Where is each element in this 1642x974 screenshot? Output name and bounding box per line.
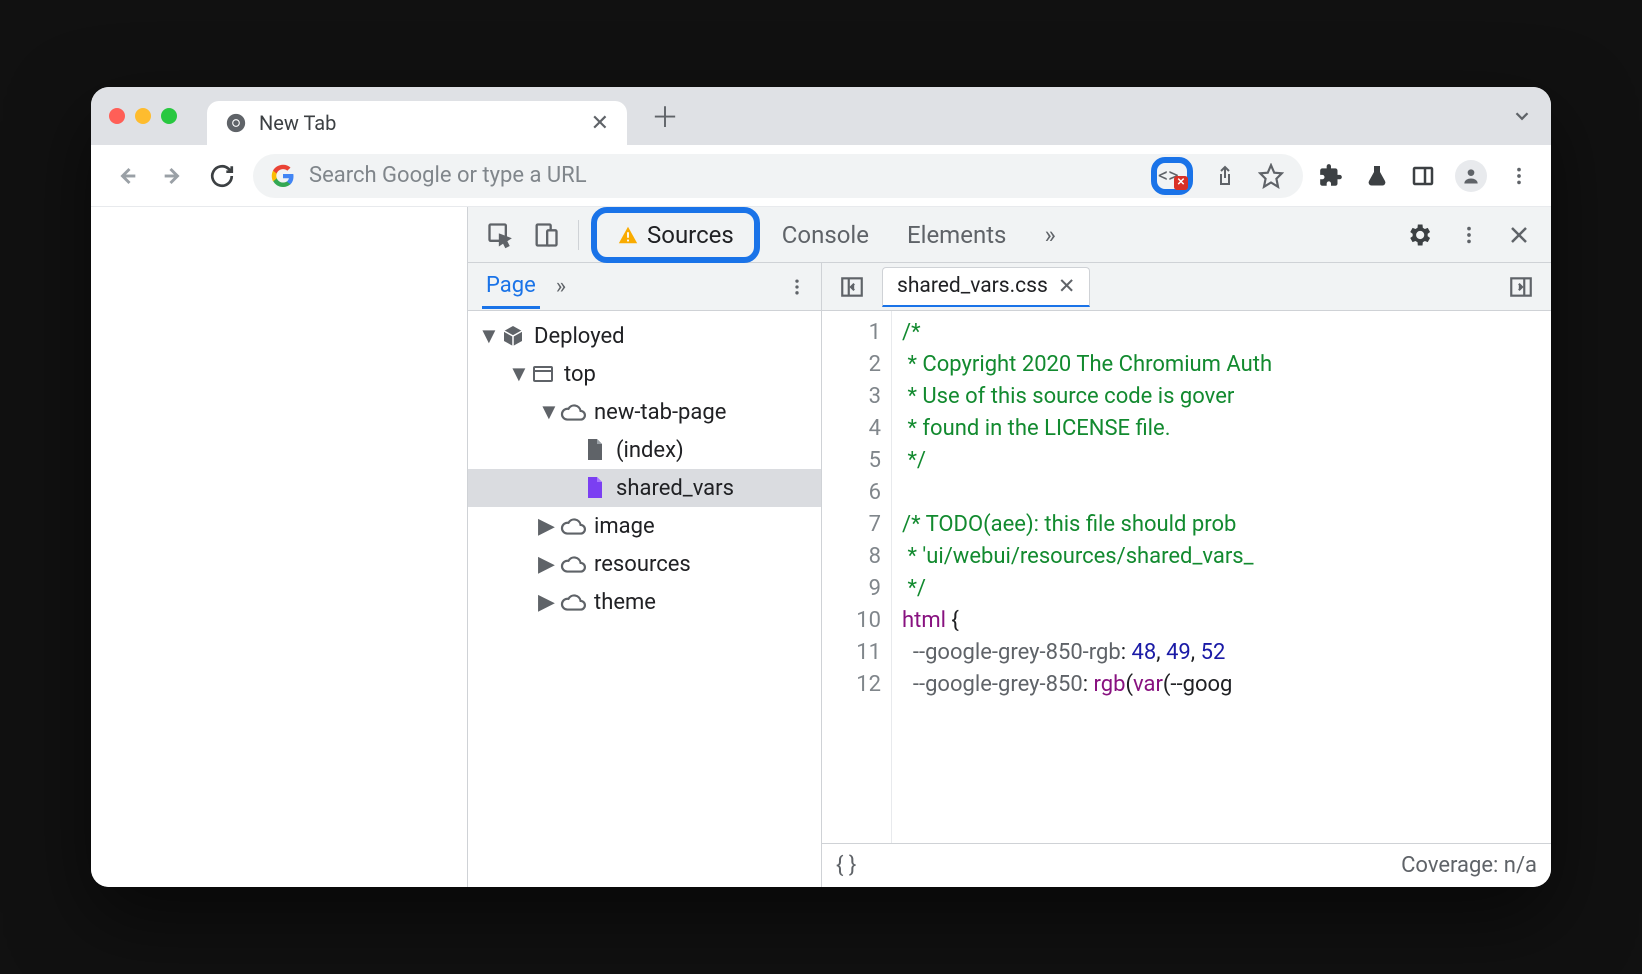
bookmark-star-icon[interactable] xyxy=(1257,162,1285,190)
content-area: Sources Console Elements » xyxy=(91,207,1551,887)
close-window-button[interactable] xyxy=(109,108,125,124)
devtools-body: Page » ▼ Deployed ▼ xyxy=(468,263,1551,887)
navigator-pane: Page » ▼ Deployed ▼ xyxy=(468,263,822,887)
address-bar[interactable]: Search Google or type a URL <> ✕ xyxy=(253,154,1303,198)
devtools-menu-icon[interactable] xyxy=(1449,215,1489,255)
page-viewport xyxy=(91,207,467,887)
new-tab-button[interactable]: ＋ xyxy=(639,96,691,136)
navigator-tab-page[interactable]: Page xyxy=(482,265,540,309)
tab-title: New Tab xyxy=(259,111,336,135)
extensions-icon[interactable] xyxy=(1317,162,1345,190)
navigator-header: Page » xyxy=(468,263,821,311)
devtools-toolbar: Sources Console Elements » xyxy=(468,207,1551,263)
inspect-element-icon[interactable] xyxy=(480,215,520,255)
side-panel-icon[interactable] xyxy=(1409,162,1437,190)
show-navigator-icon[interactable] xyxy=(832,267,872,307)
share-icon[interactable] xyxy=(1211,162,1239,190)
tab-strip: New Tab ✕ ＋ xyxy=(91,87,1551,145)
box-icon xyxy=(500,323,526,349)
tabs-overflow[interactable]: » xyxy=(1028,215,1071,255)
window-controls xyxy=(109,108,177,124)
device-toolbar-icon[interactable] xyxy=(526,215,566,255)
tree-node-top[interactable]: ▼ top xyxy=(468,355,821,393)
reload-button[interactable] xyxy=(205,159,239,193)
devtools-close-icon[interactable] xyxy=(1499,215,1539,255)
code-content: /* * Copyright 2020 The Chromium Auth * … xyxy=(892,311,1551,843)
coverage-status: Coverage: n/a xyxy=(1401,853,1537,878)
profile-avatar[interactable] xyxy=(1455,160,1487,192)
maximize-window-button[interactable] xyxy=(161,108,177,124)
minimize-window-button[interactable] xyxy=(135,108,151,124)
tree-node-index[interactable]: (index) xyxy=(468,431,821,469)
devtools-error-icon[interactable]: <> ✕ xyxy=(1158,164,1186,188)
editor-file-tab[interactable]: shared_vars.css ✕ xyxy=(882,267,1090,307)
frame-icon xyxy=(530,361,556,387)
toolbar-actions xyxy=(1317,160,1533,192)
back-button[interactable] xyxy=(109,159,143,193)
devtools-highlight: <> ✕ xyxy=(1151,157,1193,195)
cloud-icon xyxy=(560,513,586,539)
chrome-menu-icon[interactable] xyxy=(1505,162,1533,190)
tabs-dropdown-button[interactable] xyxy=(1511,105,1533,127)
tree-node-resources[interactable]: ▶ resources xyxy=(468,545,821,583)
css-file-icon xyxy=(582,475,608,501)
cloud-icon xyxy=(560,399,586,425)
browser-window: New Tab ✕ ＋ Search Google or type a URL xyxy=(91,87,1551,887)
cloud-icon xyxy=(560,589,586,615)
editor-status-bar: { } Coverage: n/a xyxy=(822,843,1551,887)
sources-highlight: Sources xyxy=(591,207,760,263)
close-tab-icon[interactable]: ✕ xyxy=(591,111,609,136)
omnibox-placeholder: Search Google or type a URL xyxy=(309,163,587,188)
forward-button[interactable] xyxy=(157,159,191,193)
close-file-icon[interactable]: ✕ xyxy=(1058,274,1076,299)
tree-node-image[interactable]: ▶ image xyxy=(468,507,821,545)
file-tree: ▼ Deployed ▼ top ▼ new-tab-page xyxy=(468,311,821,887)
devtools-settings-icon[interactable] xyxy=(1399,215,1439,255)
pretty-print-icon[interactable]: { } xyxy=(836,853,856,878)
chrome-icon xyxy=(225,112,247,134)
browser-toolbar: Search Google or type a URL <> ✕ xyxy=(91,145,1551,207)
tab-console[interactable]: Console xyxy=(766,215,885,255)
tree-node-new-tab-page[interactable]: ▼ new-tab-page xyxy=(468,393,821,431)
tree-node-theme[interactable]: ▶ theme xyxy=(468,583,821,621)
editor-header: shared_vars.css ✕ xyxy=(822,263,1551,311)
tab-elements[interactable]: Elements xyxy=(891,215,1022,255)
file-icon xyxy=(582,437,608,463)
tab-sources[interactable]: Sources xyxy=(601,215,750,255)
line-gutter: 123456789101112 xyxy=(822,311,892,843)
navigator-menu-icon[interactable] xyxy=(787,277,807,297)
cloud-icon xyxy=(560,551,586,577)
tree-node-deployed[interactable]: ▼ Deployed xyxy=(468,317,821,355)
editor-pane: shared_vars.css ✕ 123456789101112 /* * C… xyxy=(822,263,1551,887)
navigator-tabs-overflow[interactable]: » xyxy=(556,274,566,299)
browser-tab[interactable]: New Tab ✕ xyxy=(207,101,627,145)
code-editor[interactable]: 123456789101112 /* * Copyright 2020 The … xyxy=(822,311,1551,843)
tree-node-shared-vars[interactable]: shared_vars xyxy=(468,469,821,507)
labs-icon[interactable] xyxy=(1363,162,1391,190)
devtools-panel: Sources Console Elements » xyxy=(467,207,1551,887)
google-icon xyxy=(271,164,295,188)
show-debugger-icon[interactable] xyxy=(1501,267,1541,307)
